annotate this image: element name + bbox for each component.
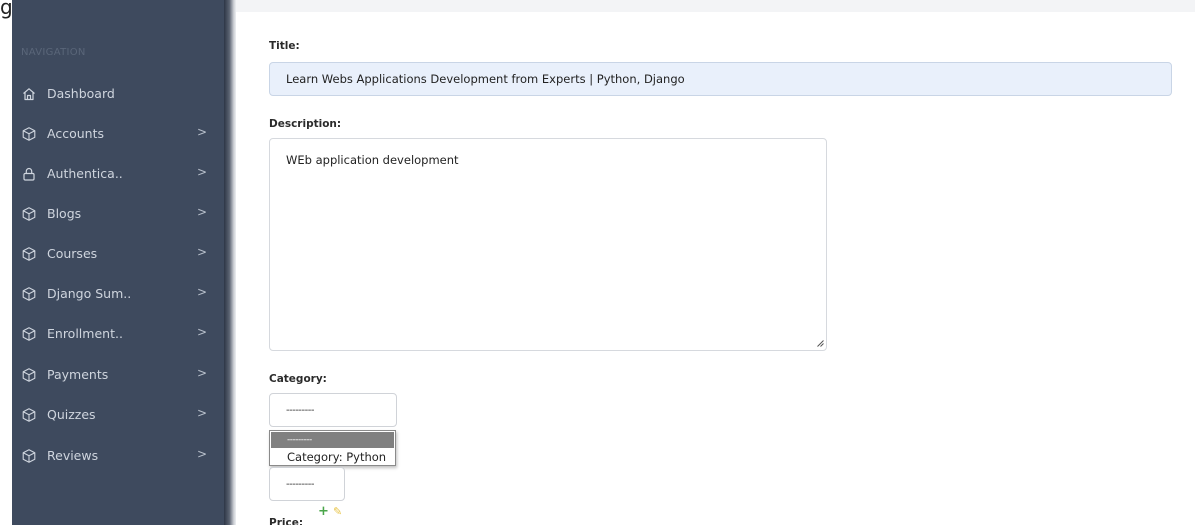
category-select[interactable]: --------- xyxy=(269,393,397,427)
chevron-right-icon: > xyxy=(197,205,208,219)
chevron-right-icon: > xyxy=(197,325,208,339)
title-input[interactable]: Learn Webs Applications Development from… xyxy=(269,62,1172,96)
sidebar-item-label: Django Sum.. xyxy=(47,286,132,301)
chevron-right-icon: > xyxy=(197,406,208,420)
chevron-right-icon: > xyxy=(197,245,208,259)
sidebar-item-label: Reviews xyxy=(47,448,99,463)
left-gutter: g xyxy=(0,0,13,525)
dropdown-option-python[interactable]: Category: Python xyxy=(271,449,394,465)
main-topbar xyxy=(236,0,1195,12)
box-icon xyxy=(22,287,36,301)
box-icon xyxy=(22,327,36,341)
category-label: Category: xyxy=(269,373,327,385)
sidebar-item-accounts[interactable]: Accounts > xyxy=(12,122,224,146)
sidebar-item-blogs[interactable]: Blogs > xyxy=(12,202,224,226)
chevron-right-icon: > xyxy=(197,366,208,380)
box-icon xyxy=(22,207,36,221)
chevron-right-icon: > xyxy=(197,165,208,179)
sidebar-item-dashboard[interactable]: Dashboard xyxy=(12,82,224,106)
sidebar-heading: NAVIGATION xyxy=(21,47,86,58)
box-icon xyxy=(22,449,36,463)
description-label: Description: xyxy=(269,118,342,130)
main-content: Title: Learn Webs Applications Developme… xyxy=(236,0,1195,525)
sidebar-item-label: Courses xyxy=(47,246,98,261)
chevron-right-icon: > xyxy=(197,447,208,461)
sidebar-item-courses[interactable]: Courses > xyxy=(12,242,224,266)
sidebar-item-label: Quizzes xyxy=(47,407,96,422)
box-icon xyxy=(22,127,36,141)
sidebar-item-authentication[interactable]: Authentica.. > xyxy=(12,162,224,186)
lock-icon xyxy=(23,167,35,181)
chevron-right-icon: > xyxy=(197,125,208,139)
secondary-select[interactable]: --------- xyxy=(269,467,345,501)
home-icon xyxy=(23,88,35,101)
sidebar-item-payments[interactable]: Payments > xyxy=(12,363,224,387)
resize-handle-icon[interactable] xyxy=(816,339,824,347)
sidebar-item-label: Enrollment.. xyxy=(47,326,123,341)
sidebar-item-label: Accounts xyxy=(47,126,104,141)
sidebar-item-reviews[interactable]: Reviews > xyxy=(12,444,224,468)
dropdown-option-empty[interactable]: --------- xyxy=(271,432,394,448)
sidebar-item-enrollment[interactable]: Enrollment.. > xyxy=(12,322,224,346)
box-icon xyxy=(22,368,36,382)
box-icon xyxy=(22,247,36,261)
description-textarea[interactable]: WEb application development xyxy=(269,138,827,351)
price-label: Price: xyxy=(269,517,304,525)
sidebar-item-quizzes[interactable]: Quizzes > xyxy=(12,403,224,427)
page: g NAVIGATION Dashboard Accounts > Authen… xyxy=(0,0,1195,525)
sidebar-item-label: Authentica.. xyxy=(47,166,123,181)
sidebar-edge xyxy=(224,0,236,525)
category-dropdown: --------- Category: Python xyxy=(269,430,396,466)
top-text-fragment: g xyxy=(0,0,13,19)
box-icon xyxy=(22,408,36,422)
chevron-right-icon: > xyxy=(197,285,208,299)
sidebar-item-django-summernote[interactable]: Django Sum.. > xyxy=(12,282,224,306)
sidebar-item-label: Dashboard xyxy=(47,86,115,101)
edit-pencil-icon[interactable]: ✎ xyxy=(333,505,342,518)
sidebar-item-label: Blogs xyxy=(47,206,82,221)
add-icon[interactable]: + xyxy=(318,504,329,519)
title-label: Title: xyxy=(269,40,300,52)
sidebar-item-label: Payments xyxy=(47,367,109,382)
